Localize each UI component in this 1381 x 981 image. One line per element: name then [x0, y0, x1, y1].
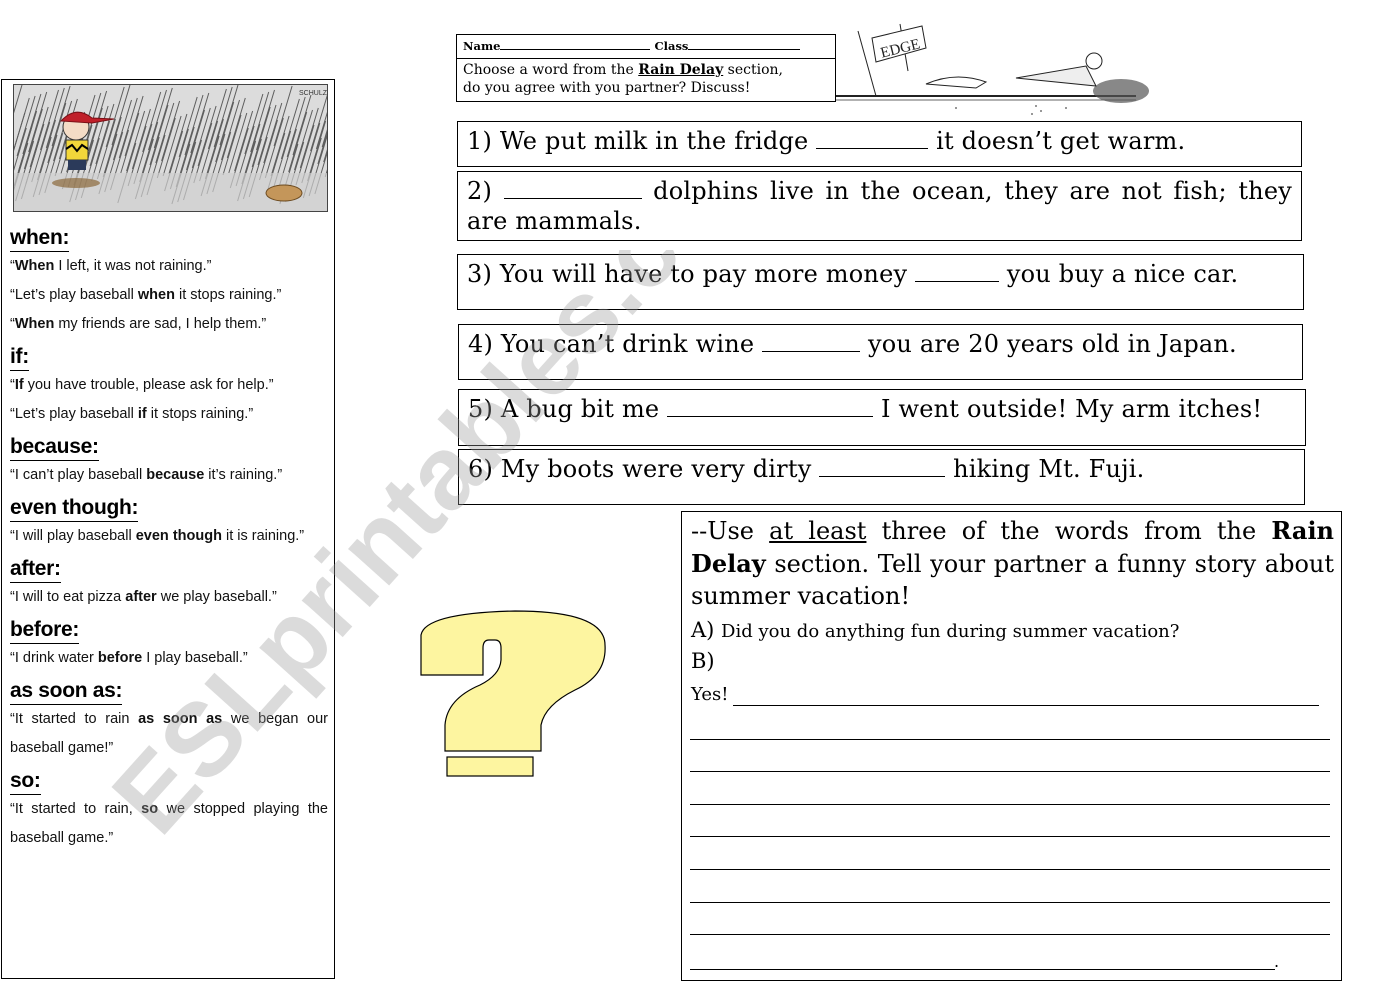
- answer-blank-2[interactable]: [503, 174, 642, 199]
- question-6: 6) My boots were very dirty hiking Mt. F…: [458, 449, 1305, 505]
- question-4: 4) You can’t drink wine you are 20 years…: [458, 324, 1303, 380]
- example-sentence: “It started to rain as soon as we began …: [10, 711, 328, 756]
- writing-line[interactable]: [733, 705, 1319, 706]
- name-class-box: Name Class Choose a word from the Rain D…: [456, 34, 836, 102]
- writing-line[interactable]: [690, 739, 1330, 740]
- writing-line[interactable]: [690, 804, 1330, 805]
- question-mark-graphic: [405, 605, 617, 780]
- answer-blank-1[interactable]: [816, 124, 929, 149]
- keyword-heading: as soon as:: [10, 679, 123, 705]
- rain-delay-ref: Rain Delay: [638, 62, 724, 78]
- example-sentence: “I will play baseball even though it is …: [10, 528, 305, 544]
- writing-line[interactable]: [690, 969, 1275, 970]
- keyword-heading: when:: [10, 226, 69, 252]
- class-label: Class: [654, 39, 689, 53]
- prompt-a: A) Did you do anything fun during summer…: [691, 618, 1180, 642]
- name-label: Name: [463, 39, 501, 53]
- story-activity-box: --Use at least three of the words from t…: [681, 511, 1342, 981]
- edge-cartoon: EDGE: [836, 16, 1182, 118]
- example-sentence: “I can’t play baseball because it’s rain…: [10, 467, 283, 483]
- answer-blank-5[interactable]: [667, 392, 874, 417]
- class-field[interactable]: [688, 38, 801, 50]
- question-1: 1) We put milk in the fridge it doesn’t …: [457, 121, 1302, 167]
- rain-delay-sidebar: SCHULZ when: “When I left, it was not rai…: [1, 79, 335, 979]
- answer-blank-6[interactable]: [819, 452, 946, 477]
- writing-line[interactable]: [690, 934, 1330, 935]
- example-sentence: “Let’s play baseball when it stops raini…: [10, 287, 282, 303]
- prompt-b: B): [691, 649, 715, 673]
- charlie-brown-rain-comic: SCHULZ: [13, 84, 328, 212]
- example-sentence: “I drink water before I play baseball.”: [10, 650, 248, 666]
- keyword-heading: so:: [10, 769, 41, 795]
- example-sentence: “I will to eat pizza after we play baseb…: [10, 589, 277, 605]
- conjunction-list: when: “When I left, it was not raining.” “…: [10, 220, 328, 853]
- writing-line[interactable]: [690, 836, 1330, 837]
- keyword-heading: after:: [10, 557, 61, 583]
- final-period: .: [1274, 952, 1280, 971]
- example-sentence: “When I left, it was not raining.”: [10, 258, 212, 274]
- name-class-row: Name Class: [457, 35, 835, 59]
- name-field[interactable]: [500, 38, 651, 50]
- story-instruction: --Use at least three of the words from t…: [691, 516, 1335, 610]
- keyword-heading: if:: [10, 345, 29, 371]
- keyword-heading: before:: [10, 618, 79, 644]
- question-3: 3) You will have to pay more money you b…: [457, 254, 1304, 310]
- example-sentence: “If you have trouble, please ask for hel…: [10, 377, 274, 393]
- comic-signature: SCHULZ: [299, 90, 328, 97]
- example-sentence: “Let’s play baseball if it stops raining…: [10, 406, 254, 422]
- example-sentence: “When my friends are sad, I help them.”: [10, 316, 267, 332]
- discussion-instruction: Choose a word from the Rain Delay sectio…: [463, 62, 783, 96]
- answer-blank-4[interactable]: [762, 327, 861, 352]
- question-5: 5) A bug bit me I went outside! My arm i…: [458, 389, 1306, 446]
- example-sentence: “It started to rain, so we stopped playi…: [10, 801, 328, 846]
- writing-line[interactable]: [690, 771, 1330, 772]
- question-2: 2) dolphins live in the ocean, they are …: [457, 171, 1302, 241]
- writing-line[interactable]: [690, 902, 1330, 903]
- writing-line[interactable]: [690, 869, 1330, 870]
- keyword-heading: because:: [10, 435, 99, 461]
- keyword-heading: even though:: [10, 496, 139, 522]
- answer-blank-3[interactable]: [915, 257, 1000, 282]
- yes-answer-label: Yes!: [691, 684, 729, 705]
